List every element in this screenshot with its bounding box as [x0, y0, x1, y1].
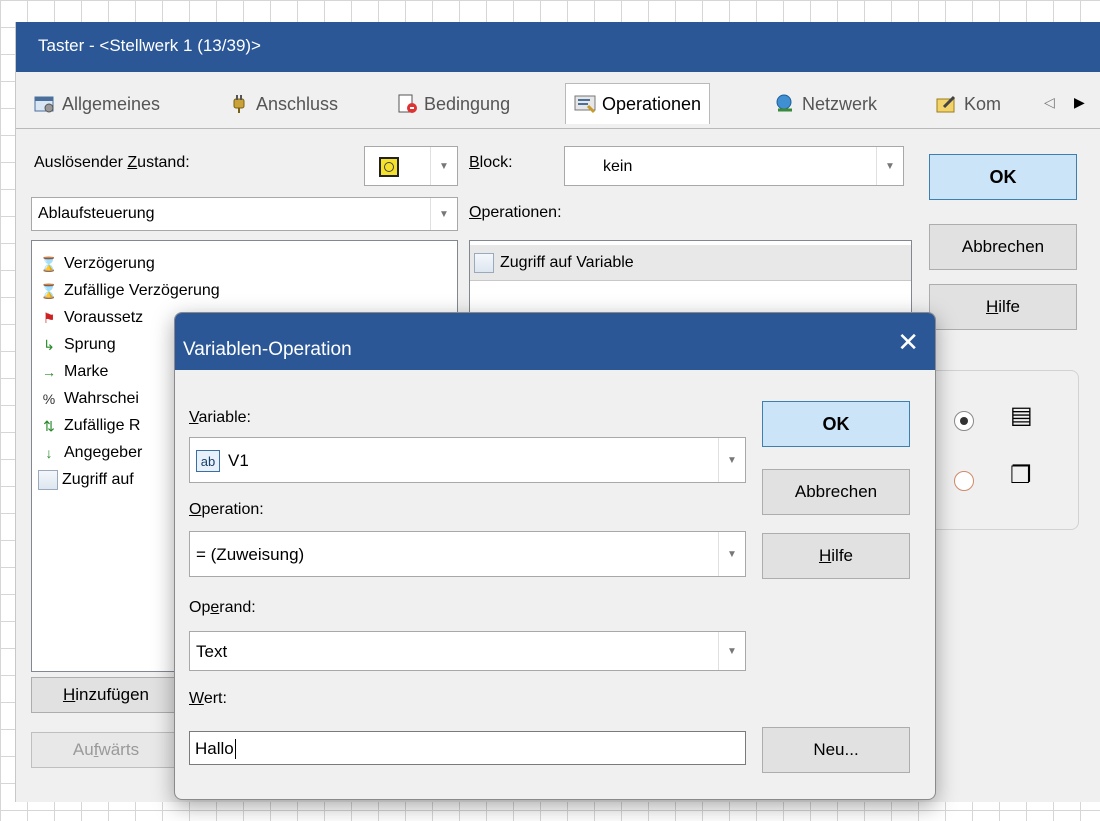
operations-label: Operationen:	[469, 204, 562, 221]
variable-operation-dialog: Variablen-Operation ✕ Variable: ab V1 ▼ …	[174, 312, 936, 800]
tab-label: Bedingung	[424, 93, 511, 114]
tab-label: Allgemeines	[62, 93, 161, 114]
block-label: Block:	[469, 154, 513, 171]
operation-label: Operation:	[189, 501, 264, 518]
tab-scroll-left-icon[interactable]: ◁	[1044, 94, 1055, 111]
add-button[interactable]: Hinzufügen	[31, 677, 181, 713]
list-item-zufaellige-verzoegerung[interactable]: ⌛ Zufällige Verzögerung	[38, 278, 219, 304]
trigger-state-dropdown[interactable]: ▼	[364, 146, 458, 186]
operation-value: = (Zuweisung)	[196, 545, 305, 564]
plug-icon	[228, 94, 250, 114]
list-view-icon: ▤	[1010, 402, 1033, 429]
list-view-radio[interactable]	[954, 411, 974, 431]
operations-icon	[574, 94, 596, 114]
tile-view-radio[interactable]	[954, 471, 974, 491]
chevron-down-icon: ▼	[430, 198, 457, 230]
trigger-state-label: Auslösender Zustand:	[34, 154, 190, 171]
dialog-ok-button[interactable]: OK	[762, 401, 910, 447]
variable-access-icon	[474, 252, 494, 273]
variable-access-icon	[38, 470, 58, 490]
hourglass-percent-icon: ⌛	[40, 282, 58, 299]
list-item-voraussetzung[interactable]: ⚑ Voraussetz	[38, 305, 143, 331]
list-item-zugriff-auf-variable[interactable]: Zugriff auf	[38, 467, 134, 493]
variable-label: Variable:	[189, 409, 251, 426]
operand-dropdown[interactable]: Text ▼	[189, 631, 746, 671]
hourglass-icon: ⌛	[40, 255, 58, 272]
list-item-wahrscheinlichkeit[interactable]: % Wahrschei	[38, 386, 139, 412]
window-title: Taster - <Stellwerk 1 (13/39)>	[38, 36, 261, 55]
comment-icon	[936, 94, 958, 114]
jump-icon: ↳	[43, 336, 55, 353]
chevron-down-icon: ▼	[718, 532, 745, 576]
view-options-group: ▤ ❐	[929, 370, 1079, 530]
value-label: Wert:	[189, 690, 227, 707]
list-item-marke[interactable]: → Marke	[38, 359, 108, 385]
percent-icon: %	[42, 391, 56, 407]
help-button[interactable]: Hilfe	[929, 284, 1077, 330]
window-titlebar: Taster - <Stellwerk 1 (13/39)>	[16, 22, 1100, 72]
block-value: kein	[603, 158, 633, 175]
tab-netzwerk[interactable]: Netzwerk	[774, 86, 877, 122]
tab-divider	[16, 128, 1100, 129]
random-order-icon: ⇅	[43, 417, 55, 434]
tab-kommentar[interactable]: Kom	[936, 86, 1001, 122]
network-icon	[774, 94, 796, 114]
tab-label: Anschluss	[256, 93, 339, 114]
text-variable-icon: ab	[196, 450, 220, 472]
flag-question-icon: ⚑	[42, 309, 56, 326]
mark-icon: →	[42, 364, 56, 380]
tab-allgemeines[interactable]: Allgemeines	[34, 86, 160, 122]
list-item-sprung[interactable]: ↳ Sprung	[38, 332, 115, 358]
settings-window-icon	[34, 94, 56, 114]
dialog-titlebar: Variablen-Operation ✕	[175, 313, 935, 370]
tab-label: Kom	[964, 93, 1002, 114]
close-icon[interactable]: ✕	[897, 327, 919, 358]
dialog-help-button[interactable]: Hilfe	[762, 533, 910, 579]
operation-dropdown[interactable]: = (Zuweisung) ▼	[189, 531, 746, 577]
tab-strip: Allgemeines Anschluss Bedingung Operatio…	[16, 72, 1100, 130]
ok-button[interactable]: OK	[929, 154, 1077, 200]
tab-scroll-right-icon[interactable]: ▶	[1074, 94, 1085, 111]
variable-dropdown[interactable]: ab V1 ▼	[189, 437, 746, 483]
list-item-angegebene-reihenfolge[interactable]: ↓ Angegeber	[38, 440, 143, 466]
category-dropdown[interactable]: Ablaufsteuerung ▼	[31, 197, 458, 231]
block-dropdown[interactable]: kein ▼	[564, 146, 904, 186]
specified-order-icon: ↓	[45, 445, 53, 461]
tab-bedingung[interactable]: Bedingung	[396, 86, 510, 122]
tab-anschluss[interactable]: Anschluss	[228, 86, 338, 122]
operation-row[interactable]: Zugriff auf Variable	[470, 245, 911, 281]
dialog-title: Variablen-Operation	[183, 339, 352, 360]
move-up-button[interactable]: Au f wärts	[31, 732, 181, 768]
dialog-cancel-button[interactable]: Abbrechen	[762, 469, 910, 515]
category-value: Ablaufsteuerung	[38, 205, 155, 222]
value-input[interactable]: Hallo	[189, 731, 746, 765]
list-item-verzoegerung[interactable]: ⌛ Verzögerung	[38, 251, 154, 277]
list-item-zufaellige-reihenfolge[interactable]: ⇅ Zufällige R	[38, 413, 140, 439]
chevron-down-icon: ▼	[718, 632, 745, 670]
new-button[interactable]: Neu...	[762, 727, 910, 773]
condition-doc-icon	[396, 94, 418, 114]
tab-operationen[interactable]: Operationen	[565, 83, 711, 124]
variable-value: V1	[228, 451, 249, 470]
chevron-down-icon: ▼	[876, 147, 903, 185]
operand-label: Operand:	[189, 599, 256, 616]
operand-value: Text	[196, 642, 228, 661]
tab-label: Netzwerk	[802, 93, 878, 114]
chevron-down-icon: ▼	[430, 147, 457, 185]
tile-view-icon: ❐	[1010, 462, 1032, 489]
tab-label: Operationen	[602, 93, 702, 114]
chevron-down-icon: ▼	[718, 438, 745, 482]
yellow-state-icon	[379, 157, 399, 177]
cancel-button[interactable]: Abbrechen	[929, 224, 1077, 270]
value-text: Hallo	[195, 739, 236, 759]
